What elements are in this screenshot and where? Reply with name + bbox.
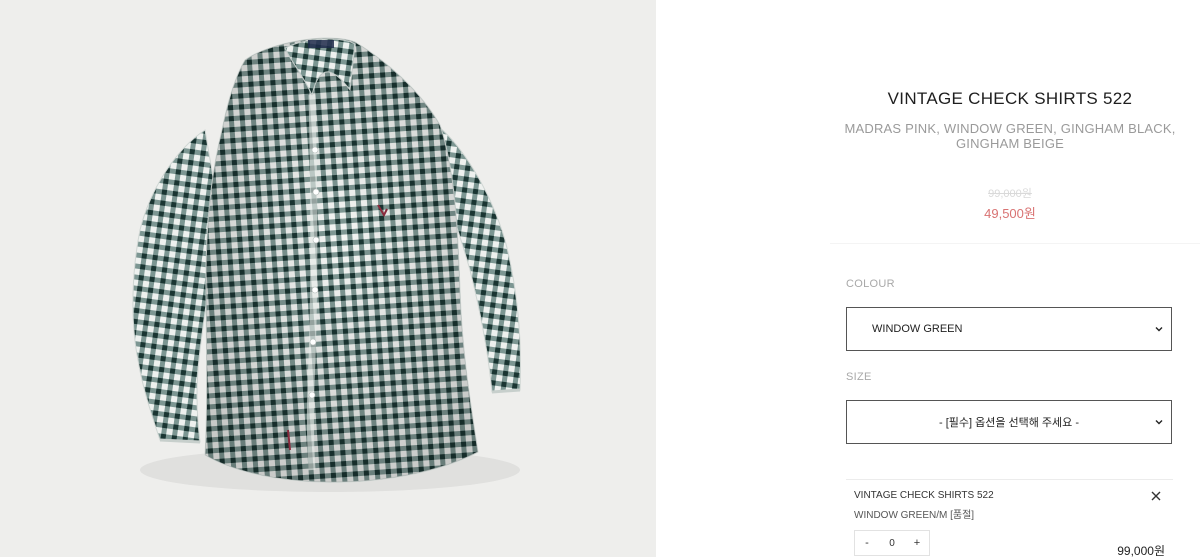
product-title: VINTAGE CHECK SHIRTS 522: [887, 89, 1133, 108]
sale-price: 49,500원: [984, 206, 1036, 221]
shirt-illustration: [132, 37, 521, 492]
selected-item-price: 99,000원: [1117, 544, 1165, 557]
selected-item-name: VINTAGE CHECK SHIRTS 522: [854, 490, 994, 501]
quantity-stepper: - 0 +: [854, 530, 930, 556]
size-label: SIZE: [846, 371, 872, 383]
divider: [830, 243, 1200, 244]
quantity-increase-button[interactable]: +: [905, 537, 929, 549]
product-page: VINTAGE CHECK SHIRTS 522 MADRAS PINK, WI…: [0, 0, 1200, 557]
quantity-decrease-button[interactable]: -: [855, 537, 879, 549]
chevron-down-icon: [1155, 327, 1163, 332]
close-icon[interactable]: [1150, 490, 1162, 502]
original-price: 99,000원: [988, 188, 1032, 200]
colour-label: COLOUR: [846, 278, 895, 290]
size-select[interactable]: - [필수] 옵션을 선택해 주세요 -: [846, 400, 1172, 444]
size-select-value: - [필수] 옵션을 선택해 주세요 -: [938, 417, 1080, 429]
product-image: [0, 0, 656, 557]
selected-option-item: VINTAGE CHECK SHIRTS 522 WINDOW GREEN/M …: [846, 479, 1173, 557]
selected-item-option: WINDOW GREEN/M [품절]: [854, 510, 975, 521]
product-colors-line: MADRAS PINK, WINDOW GREEN, GINGHAM BLACK…: [844, 121, 1176, 151]
colour-select[interactable]: WINDOW GREEN: [846, 307, 1172, 351]
colour-select-value: WINDOW GREEN: [872, 323, 963, 335]
chevron-down-icon: [1155, 420, 1163, 425]
product-info-panel: VINTAGE CHECK SHIRTS 522 MADRAS PINK, WI…: [656, 0, 1200, 557]
quantity-value[interactable]: 0: [879, 538, 905, 549]
